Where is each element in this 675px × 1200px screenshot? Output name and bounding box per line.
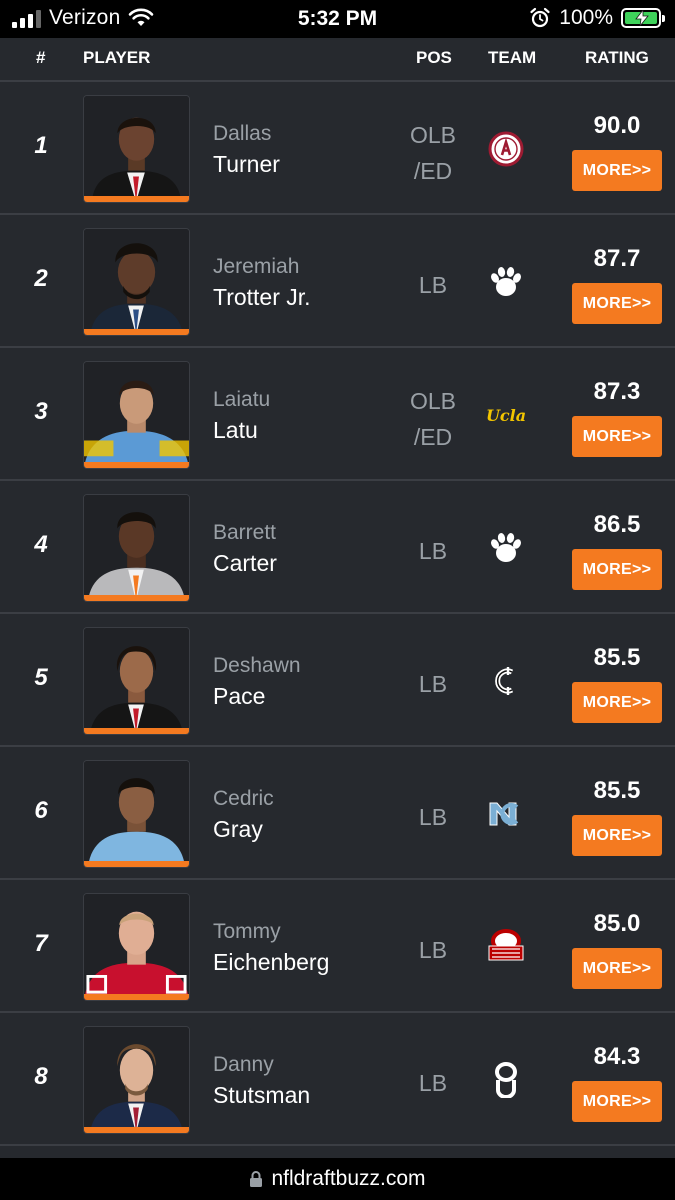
player-rating: 85.5 — [593, 777, 641, 804]
player-photo[interactable] — [83, 228, 190, 336]
status-bar: Verizon 5:32 PM 100% — [0, 0, 675, 38]
player-rank: 4 — [34, 531, 48, 558]
north-carolina-logo-icon — [486, 794, 526, 834]
player-rank: 2 — [34, 265, 48, 292]
table-row[interactable]: 1 Dallas Turner OLB /ED 90.0 MORE>> — [0, 82, 675, 215]
url-bar[interactable]: nfldraftbuzz.com — [0, 1158, 675, 1200]
more-button[interactable]: MORE>> — [572, 283, 662, 324]
player-first-name: Deshawn — [213, 654, 301, 677]
position-line: LB — [418, 671, 448, 697]
player-rating: 86.5 — [593, 511, 641, 538]
player-rating: 87.7 — [593, 245, 641, 272]
position-line: /ED — [413, 424, 453, 450]
header-rating: RATING — [585, 48, 649, 67]
more-button[interactable]: MORE>> — [572, 549, 662, 590]
more-button[interactable]: MORE>> — [572, 150, 662, 191]
more-button[interactable]: MORE>> — [572, 682, 662, 723]
position-line: LB — [418, 937, 448, 963]
position-line: /ED — [413, 158, 453, 184]
player-position: OLB /ED — [396, 383, 470, 455]
more-button[interactable]: MORE>> — [572, 1081, 662, 1122]
player-last-name: Carter — [213, 550, 277, 576]
player-last-name: Turner — [213, 151, 280, 177]
table-row[interactable]: 6 Cedric Gray LB 85.5 MORE>> — [0, 747, 675, 880]
player-position: LB — [396, 666, 470, 702]
player-rating: 84.3 — [593, 1043, 641, 1070]
cincinnati-logo-icon — [486, 661, 526, 701]
position-line: LB — [418, 538, 448, 564]
more-button[interactable]: MORE>> — [572, 416, 662, 457]
player-position: LB — [396, 533, 470, 569]
player-photo[interactable] — [83, 760, 190, 868]
table-header: # PLAYER POS TEAM RATING — [0, 38, 675, 82]
lock-icon — [250, 1171, 263, 1187]
table-row[interactable]: 4 Barrett Carter LB 86.5 MORE>> — [0, 481, 675, 614]
position-line: LB — [418, 1070, 448, 1096]
player-rating: 87.3 — [593, 378, 641, 405]
position-line: LB — [418, 804, 448, 830]
player-photo[interactable] — [83, 1026, 190, 1134]
player-position: LB — [396, 1065, 470, 1101]
position-line: LB — [418, 272, 448, 298]
player-first-name: Jeremiah — [213, 255, 300, 278]
header-rank: # — [36, 48, 46, 67]
player-last-name: Latu — [213, 417, 258, 443]
player-rank: 7 — [34, 930, 48, 957]
more-button[interactable]: MORE>> — [572, 815, 662, 856]
header-pos: POS — [416, 48, 452, 67]
position-line: OLB — [409, 388, 457, 414]
url-text[interactable]: nfldraftbuzz.com — [271, 1167, 425, 1191]
player-position: LB — [396, 799, 470, 835]
rankings-table: # PLAYER POS TEAM RATING 1 Dallas Turner… — [0, 38, 675, 1158]
player-photo[interactable] — [83, 627, 190, 735]
player-photo[interactable] — [83, 361, 190, 469]
table-row[interactable]: 5 Deshawn Pace LB 85.5 MORE>> — [0, 614, 675, 747]
player-photo[interactable] — [83, 893, 190, 1001]
clemson-paw-icon — [486, 528, 526, 568]
player-position: LB — [396, 932, 470, 968]
player-last-name: Pace — [213, 683, 266, 709]
alabama-logo-icon — [486, 129, 526, 169]
table-row[interactable]: 2 Jeremiah Trotter Jr. LB 87.7 MORE>> — [0, 215, 675, 348]
table-row[interactable]: 8 Danny Stutsman LB 84.3 MORE>> — [0, 1013, 675, 1146]
status-right: 100% — [529, 6, 665, 30]
ohio-state-logo-icon — [486, 927, 526, 967]
ucla-wordmark: Ucla — [485, 405, 527, 425]
player-rating: 85.5 — [593, 644, 641, 671]
player-rank: 3 — [34, 398, 48, 425]
battery-icon — [621, 8, 665, 28]
player-last-name: Trotter Jr. — [213, 284, 311, 310]
player-position: OLB /ED — [396, 117, 470, 189]
player-first-name: Dallas — [213, 122, 272, 145]
oklahoma-logo-icon — [486, 1060, 526, 1100]
clemson-paw-icon — [486, 262, 526, 302]
player-rank: 1 — [34, 132, 48, 159]
player-first-name: Barrett — [213, 521, 277, 544]
charging-bolt-icon — [635, 10, 649, 26]
alarm-clock-icon — [530, 7, 550, 28]
table-row[interactable]: 3 Laiatu Latu OLB /ED Ucla 87.3 MORE>> — [0, 348, 675, 481]
player-rank: 6 — [34, 797, 48, 824]
player-first-name: Cedric — [213, 787, 274, 810]
player-first-name: Tommy — [213, 920, 281, 943]
player-first-name: Laiatu — [213, 388, 271, 411]
player-rank: 5 — [34, 664, 48, 691]
player-rank: 8 — [34, 1063, 48, 1090]
ucla-logo-icon: Ucla — [486, 395, 526, 435]
table-row[interactable]: 7 Tommy Eichenberg LB 85.0 MORE>> — [0, 880, 675, 1013]
more-button[interactable]: MORE>> — [572, 948, 662, 989]
player-position: LB — [396, 267, 470, 303]
position-line: OLB — [409, 122, 457, 148]
player-rating: 90.0 — [593, 112, 641, 139]
header-player: PLAYER — [83, 48, 151, 67]
player-last-name: Stutsman — [213, 1082, 311, 1108]
player-photo[interactable] — [83, 494, 190, 602]
player-photo[interactable] — [83, 95, 190, 203]
player-last-name: Eichenberg — [213, 949, 330, 975]
player-rating: 85.0 — [593, 910, 641, 937]
header-team: TEAM — [488, 48, 537, 67]
player-last-name: Gray — [213, 816, 263, 842]
player-first-name: Danny — [213, 1053, 274, 1076]
battery-percentage: 100% — [559, 6, 613, 29]
